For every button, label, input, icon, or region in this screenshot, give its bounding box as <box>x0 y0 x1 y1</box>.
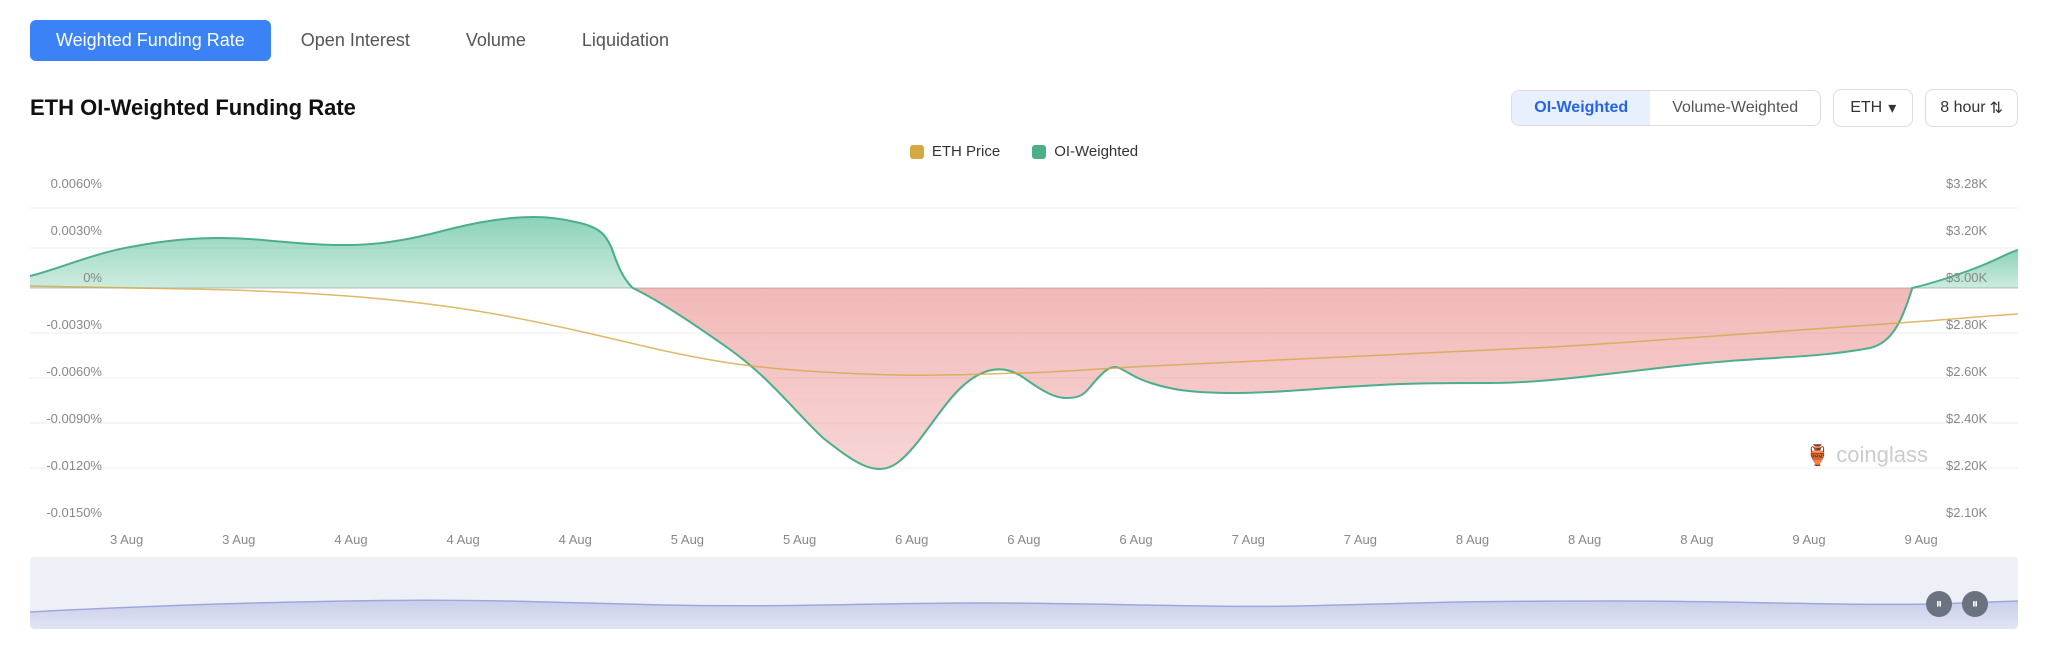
y-right-2: $3.00K <box>1938 270 2018 285</box>
x-label-16: 9 Aug <box>1905 532 1938 547</box>
y-right-5: $2.40K <box>1938 411 2018 426</box>
y-left-0: 0.0060% <box>30 176 110 191</box>
x-label-8: 6 Aug <box>1007 532 1040 547</box>
x-label-6: 5 Aug <box>783 532 816 547</box>
eth-price-dot <box>910 145 924 159</box>
y-right-4: $2.60K <box>1938 364 2018 379</box>
x-label-1: 3 Aug <box>222 532 255 547</box>
tab-weighted-funding-rate[interactable]: Weighted Funding Rate <box>30 20 271 61</box>
x-label-11: 7 Aug <box>1344 532 1377 547</box>
x-label-9: 6 Aug <box>1119 532 1152 547</box>
tab-open-interest[interactable]: Open Interest <box>275 20 436 61</box>
oi-weighted-btn[interactable]: OI-Weighted <box>1512 91 1650 125</box>
x-label-15: 9 Aug <box>1792 532 1825 547</box>
x-label-13: 8 Aug <box>1568 532 1601 547</box>
chart-header: ETH OI-Weighted Funding Rate OI-Weighted… <box>30 89 2018 127</box>
top-tabs: Weighted Funding Rate Open Interest Volu… <box>30 20 2018 61</box>
y-left-4: -0.0060% <box>30 364 110 379</box>
y-right-3: $2.80K <box>1938 317 2018 332</box>
minimap-handles: ⏸ ⏸ <box>1926 591 1988 617</box>
legend-eth-price: ETH Price <box>910 143 1000 160</box>
x-label-12: 8 Aug <box>1456 532 1489 547</box>
timeframe-label: 8 hour <box>1940 99 1985 117</box>
y-right-0: $3.28K <box>1938 176 2018 191</box>
asset-selector[interactable]: ETH ▾ <box>1833 89 1913 127</box>
updown-icon: ⇅ <box>1990 98 2003 118</box>
y-left-3: -0.0030% <box>30 317 110 332</box>
asset-label: ETH <box>1850 99 1882 117</box>
x-label-2: 4 Aug <box>334 532 367 547</box>
x-label-14: 8 Aug <box>1680 532 1713 547</box>
y-axis-right: $3.28K $3.20K $3.00K $2.80K $2.60K $2.40… <box>1938 168 2018 528</box>
chart-controls: OI-Weighted Volume-Weighted ETH ▾ 8 hour… <box>1511 89 2018 127</box>
x-label-10: 7 Aug <box>1232 532 1265 547</box>
tab-liquidation[interactable]: Liquidation <box>556 20 695 61</box>
y-right-6: $2.20K <box>1938 458 2018 473</box>
chart-legend: ETH Price OI-Weighted <box>30 143 2018 160</box>
chart-title: ETH OI-Weighted Funding Rate <box>30 95 356 121</box>
y-left-2: 0% <box>30 270 110 285</box>
y-left-7: -0.0150% <box>30 505 110 520</box>
x-label-3: 4 Aug <box>446 532 479 547</box>
y-right-7: $2.10K <box>1938 505 2018 520</box>
chart-area: 0.0060% 0.0030% 0% -0.0030% -0.0060% -0.… <box>30 168 2018 528</box>
y-right-1: $3.20K <box>1938 223 2018 238</box>
page-container: Weighted Funding Rate Open Interest Volu… <box>0 0 2048 649</box>
x-label-4: 4 Aug <box>559 532 592 547</box>
main-chart-svg <box>30 168 2018 528</box>
oi-weighted-dot <box>1032 145 1046 159</box>
y-left-6: -0.0120% <box>30 458 110 473</box>
legend-oi-weighted: OI-Weighted <box>1032 143 1138 160</box>
minimap[interactable]: ⏸ ⏸ <box>30 557 2018 629</box>
timeframe-selector[interactable]: 8 hour ⇅ <box>1925 89 2018 127</box>
weight-toggle: OI-Weighted Volume-Weighted <box>1511 90 1821 126</box>
volume-weighted-btn[interactable]: Volume-Weighted <box>1650 91 1820 125</box>
y-axis-left: 0.0060% 0.0030% 0% -0.0030% -0.0060% -0.… <box>30 168 110 528</box>
tab-volume[interactable]: Volume <box>440 20 552 61</box>
chevron-down-icon: ▾ <box>1888 98 1896 118</box>
eth-price-label: ETH Price <box>932 143 1000 160</box>
x-axis: 3 Aug 3 Aug 4 Aug 4 Aug 4 Aug 5 Aug 5 Au… <box>30 532 2018 547</box>
x-label-5: 5 Aug <box>671 532 704 547</box>
y-left-5: -0.0090% <box>30 411 110 426</box>
minimap-pause-btn-2[interactable]: ⏸ <box>1962 591 1988 617</box>
y-left-1: 0.0030% <box>30 223 110 238</box>
minimap-svg <box>30 557 2018 629</box>
x-label-7: 6 Aug <box>895 532 928 547</box>
minimap-pause-btn-1[interactable]: ⏸ <box>1926 591 1952 617</box>
x-label-0: 3 Aug <box>110 532 143 547</box>
oi-weighted-label: OI-Weighted <box>1054 143 1138 160</box>
